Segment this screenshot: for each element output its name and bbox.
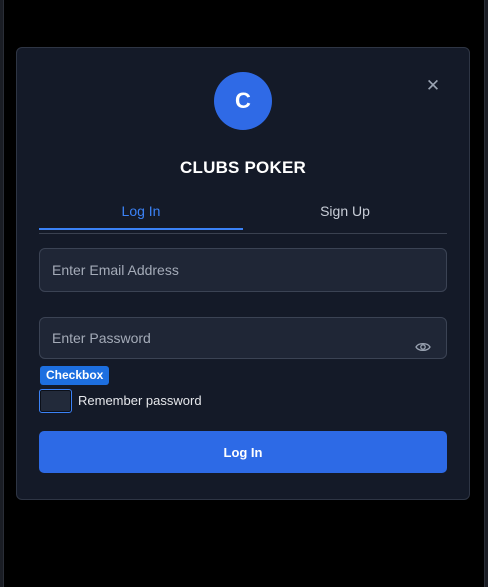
log-in-button[interactable]: Log In <box>39 431 447 473</box>
window-frame-left <box>0 0 4 587</box>
brand-logo: C <box>214 72 272 130</box>
logo-letter: C <box>235 88 251 113</box>
password-input[interactable] <box>39 317 447 359</box>
email-input[interactable] <box>39 248 447 292</box>
checkbox-badge: Checkbox <box>40 366 110 385</box>
tab-log-in[interactable]: Log In <box>39 201 243 230</box>
remember-password-checkbox[interactable] <box>39 389 72 413</box>
auth-tabs: Log In Sign Up <box>39 201 447 234</box>
close-icon[interactable]: ✕ <box>423 76 443 96</box>
eye-icon[interactable] <box>415 341 431 353</box>
login-modal: ✕ C CLUBS POKER Log In Sign Up Checkbox … <box>16 47 470 500</box>
window-frame-right <box>484 0 488 587</box>
brand-title: CLUBS POKER <box>180 158 306 177</box>
remember-password-label[interactable]: Remember password <box>78 393 202 408</box>
tab-sign-up[interactable]: Sign Up <box>243 201 447 234</box>
